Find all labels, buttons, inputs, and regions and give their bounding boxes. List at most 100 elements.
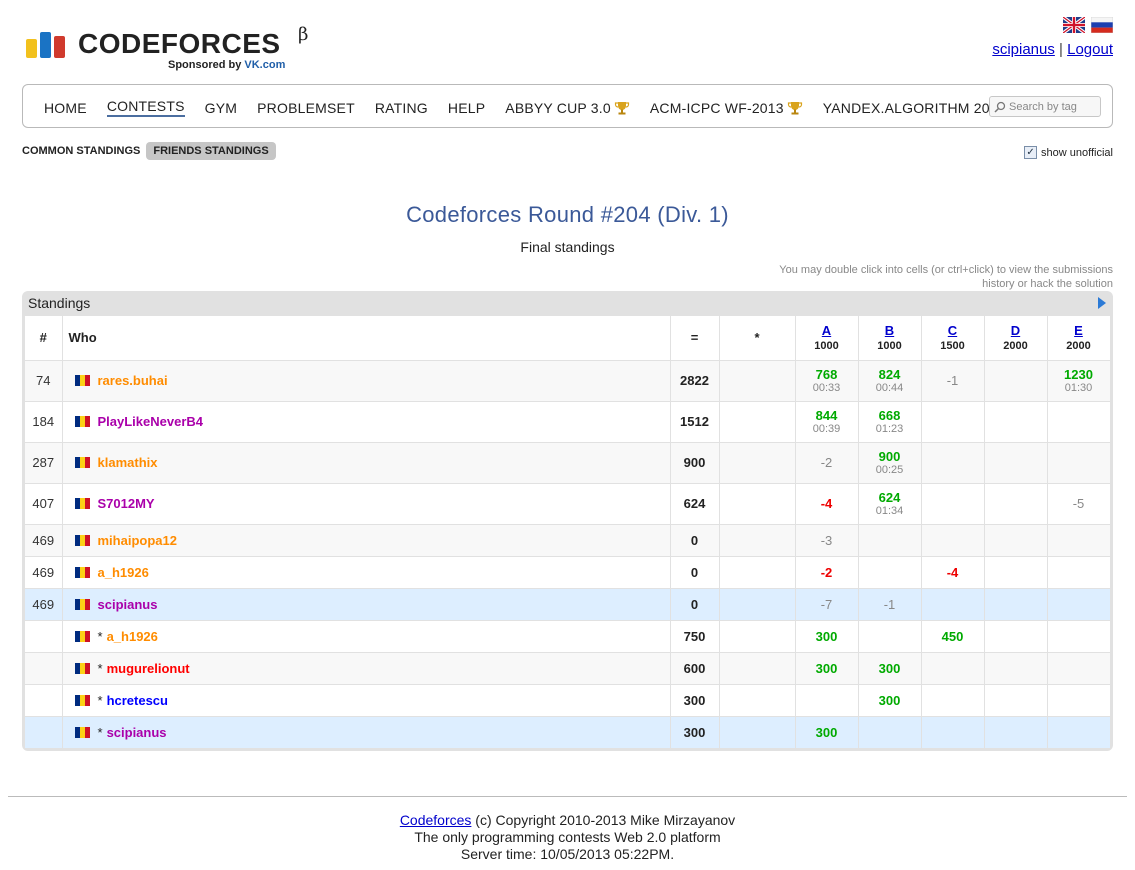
problem-b-cell[interactable]: 824 00:44 xyxy=(858,360,922,402)
participant-handle-link[interactable]: PlayLikeNeverB4 xyxy=(98,414,204,429)
participant-handle-link[interactable]: rares.buhai xyxy=(98,373,168,388)
participant-handle-link[interactable]: klamathix xyxy=(98,455,158,470)
problem-a-cell[interactable]: -7 xyxy=(795,588,859,621)
participant-handle-link[interactable]: scipianus xyxy=(107,725,167,740)
problem-e-cell[interactable] xyxy=(1047,442,1111,484)
participant-handle-link[interactable]: a_h1926 xyxy=(107,629,158,644)
problem-e-cell[interactable] xyxy=(1047,716,1111,749)
problem-e-cell[interactable] xyxy=(1047,588,1111,621)
problem-b-cell[interactable]: 624 01:34 xyxy=(858,483,922,525)
participant-handle-link[interactable]: scipianus xyxy=(98,597,158,612)
participant-handle-link[interactable]: S7012MY xyxy=(98,496,155,511)
problem-d-cell[interactable] xyxy=(984,524,1048,557)
codeforces-logo[interactable]: CODEFORCES β Sponsored by VK.com xyxy=(26,24,326,74)
problem-e-cell[interactable] xyxy=(1047,652,1111,685)
nav-gym[interactable]: GYM xyxy=(205,98,238,117)
problem-c-cell[interactable] xyxy=(921,716,985,749)
problem-d-cell[interactable] xyxy=(984,442,1048,484)
nav-abbyy-cup[interactable]: ABBYY CUP 3.0 xyxy=(505,98,630,117)
problem-c-cell[interactable]: -1 xyxy=(921,360,985,402)
problem-a-cell[interactable] xyxy=(795,684,859,717)
expand-arrow-icon[interactable] xyxy=(1098,297,1106,309)
problem-a-cell[interactable]: 844 00:39 xyxy=(795,401,859,443)
problem-b-cell[interactable]: 668 01:23 xyxy=(858,401,922,443)
problem-a-link[interactable]: A xyxy=(796,323,858,338)
problem-a-cell[interactable]: -2 xyxy=(795,442,859,484)
problem-b-cell[interactable] xyxy=(858,716,922,749)
problem-c-cell[interactable] xyxy=(921,524,985,557)
hacks-cell[interactable] xyxy=(719,360,796,402)
problem-a-cell[interactable]: -4 xyxy=(795,483,859,525)
problem-d-cell[interactable] xyxy=(984,588,1048,621)
problem-b-cell[interactable]: -1 xyxy=(858,588,922,621)
problem-c-cell[interactable] xyxy=(921,684,985,717)
problem-d-link[interactable]: D xyxy=(985,323,1047,338)
nav-rating[interactable]: RATING xyxy=(375,98,428,117)
footer-codeforces-link[interactable]: Codeforces xyxy=(400,812,472,828)
hacks-cell[interactable] xyxy=(719,684,796,717)
logout-link[interactable]: Logout xyxy=(1067,41,1113,58)
problem-a-cell[interactable]: -2 xyxy=(795,556,859,589)
hacks-cell[interactable] xyxy=(719,401,796,443)
nav-acm-icpc[interactable]: ACM-ICPC WF-2013 xyxy=(650,98,803,117)
problem-c-cell[interactable]: 450 xyxy=(921,620,985,653)
problem-d-cell[interactable] xyxy=(984,620,1048,653)
problem-d-cell[interactable] xyxy=(984,483,1048,525)
problem-a-cell[interactable]: 300 xyxy=(795,716,859,749)
problem-b-link[interactable]: B xyxy=(859,323,921,338)
profile-link[interactable]: scipianus xyxy=(992,41,1055,58)
problem-c-cell[interactable] xyxy=(921,401,985,443)
participant-handle-link[interactable]: mugurelionut xyxy=(107,661,190,676)
participant-handle-link[interactable]: mihaipopa12 xyxy=(98,533,177,548)
problem-c-cell[interactable] xyxy=(921,588,985,621)
search-input[interactable]: Search by tag xyxy=(989,96,1101,117)
problem-e-cell[interactable]: -5 xyxy=(1047,483,1111,525)
hacks-cell[interactable] xyxy=(719,524,796,557)
tab-common-standings[interactable]: COMMON STANDINGS xyxy=(22,142,140,160)
problem-a-cell[interactable]: 300 xyxy=(795,620,859,653)
problem-e-link[interactable]: E xyxy=(1048,323,1110,338)
problem-c-cell[interactable] xyxy=(921,483,985,525)
show-unofficial-checkbox[interactable]: ✓ xyxy=(1024,146,1038,159)
problem-a-cell[interactable]: 768 00:33 xyxy=(795,360,859,402)
problem-b-cell[interactable] xyxy=(858,524,922,557)
nav-help[interactable]: HELP xyxy=(448,98,485,117)
problem-b-cell[interactable] xyxy=(858,620,922,653)
problem-d-cell[interactable] xyxy=(984,652,1048,685)
problem-e-cell[interactable] xyxy=(1047,524,1111,557)
problem-b-cell[interactable]: 300 xyxy=(858,652,922,685)
tab-friends-standings[interactable]: FRIENDS STANDINGS xyxy=(146,142,276,160)
problem-a-cell[interactable]: -3 xyxy=(795,524,859,557)
problem-b-cell[interactable]: 900 00:25 xyxy=(858,442,922,484)
hacks-cell[interactable] xyxy=(719,442,796,484)
problem-d-cell[interactable] xyxy=(984,716,1048,749)
nav-problemset[interactable]: PROBLEMSET xyxy=(257,98,355,117)
participant-handle-link[interactable]: hcretescu xyxy=(107,693,168,708)
problem-c-cell[interactable]: -4 xyxy=(921,556,985,589)
hacks-cell[interactable] xyxy=(719,716,796,749)
problem-e-cell[interactable] xyxy=(1047,684,1111,717)
problem-e-cell[interactable] xyxy=(1047,401,1111,443)
problem-b-cell[interactable]: 300 xyxy=(858,684,922,717)
russia-flag-icon[interactable] xyxy=(1091,17,1113,33)
hacks-cell[interactable] xyxy=(719,620,796,653)
participant-handle-link[interactable]: a_h1926 xyxy=(98,565,149,580)
nav-contests[interactable]: CONTESTS xyxy=(106,98,185,117)
problem-e-cell[interactable]: 1230 01:30 xyxy=(1047,360,1111,402)
hacks-cell[interactable] xyxy=(719,652,796,685)
problem-c-cell[interactable] xyxy=(921,442,985,484)
hacks-cell[interactable] xyxy=(719,588,796,621)
problem-e-cell[interactable] xyxy=(1047,556,1111,589)
problem-d-cell[interactable] xyxy=(984,684,1048,717)
problem-b-cell[interactable] xyxy=(858,556,922,589)
nav-home[interactable]: HOME xyxy=(44,98,87,117)
uk-flag-icon[interactable] xyxy=(1063,17,1085,33)
hacks-cell[interactable] xyxy=(719,556,796,589)
problem-d-cell[interactable] xyxy=(984,401,1048,443)
problem-e-cell[interactable] xyxy=(1047,620,1111,653)
problem-d-cell[interactable] xyxy=(984,556,1048,589)
hacks-cell[interactable] xyxy=(719,483,796,525)
problem-d-cell[interactable] xyxy=(984,360,1048,402)
problem-c-cell[interactable] xyxy=(921,652,985,685)
problem-c-link[interactable]: C xyxy=(922,323,984,338)
